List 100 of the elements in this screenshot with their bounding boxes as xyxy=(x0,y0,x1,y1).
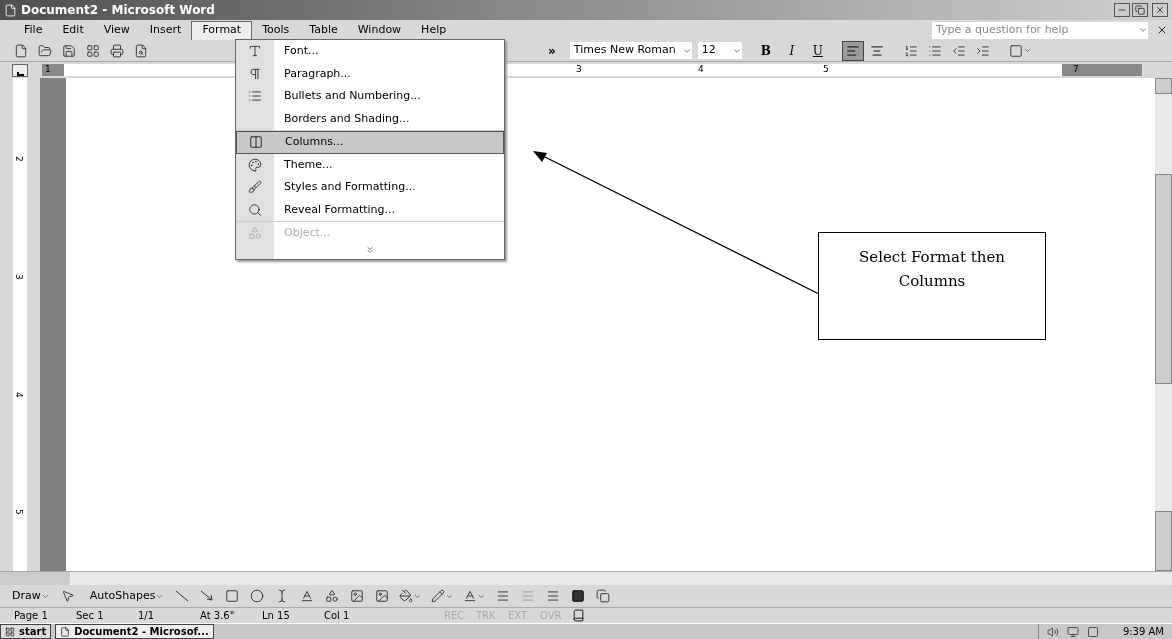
columns-icon xyxy=(249,135,263,150)
letter-icon xyxy=(248,44,262,59)
menu-item[interactable]: Help xyxy=(411,20,457,40)
pointer-icon xyxy=(60,589,75,603)
taskbar-button[interactable]: Document2 - Microsof... xyxy=(55,624,214,639)
ruler-number: 4 xyxy=(12,391,25,398)
ruler-number: 5 xyxy=(12,508,25,515)
ruler-number: 5 xyxy=(823,63,829,76)
diagram-icon xyxy=(325,589,340,603)
draw-menu[interactable]: Draw xyxy=(8,587,54,605)
align-left-icon xyxy=(845,43,860,58)
printer-icon xyxy=(110,43,124,58)
menu-option[interactable]: Reveal Formatting... xyxy=(236,198,504,221)
menu-item[interactable]: Edit xyxy=(52,20,94,40)
menu-item[interactable]: File xyxy=(14,20,53,40)
indent-icon xyxy=(975,43,990,58)
callout-box: Select Format then Columns xyxy=(818,232,1046,340)
palette-icon xyxy=(248,157,262,172)
save-icon xyxy=(62,43,76,58)
document-icon xyxy=(60,626,71,637)
font-color-icon xyxy=(463,589,478,603)
picture-icon xyxy=(375,589,390,603)
shapes-icon xyxy=(248,226,262,241)
ruler-number: 3 xyxy=(12,273,25,280)
paint-bucket-icon xyxy=(399,589,414,603)
ruler-number: 7 xyxy=(1073,63,1079,76)
format-button[interactable]: I xyxy=(779,40,804,61)
status-field: Sec 1 xyxy=(76,608,138,623)
minimize-button[interactable] xyxy=(1114,3,1130,17)
brush-icon xyxy=(248,180,262,195)
arrow-icon xyxy=(200,590,215,602)
ruler-number: 4 xyxy=(698,63,704,76)
status-field: At 3.6" xyxy=(200,608,262,623)
clock: 9:39 AM xyxy=(1122,625,1164,639)
close-button[interactable] xyxy=(1152,3,1168,17)
book-icon xyxy=(572,609,585,622)
menu-option[interactable]: Styles and Formatting... xyxy=(236,176,504,199)
menu-item[interactable]: View xyxy=(93,20,140,40)
toolbar-chevron[interactable]: » xyxy=(544,41,560,60)
shadow-icon xyxy=(571,589,586,603)
outdent-icon xyxy=(951,43,966,58)
expand-icon xyxy=(365,244,375,255)
restore-icon xyxy=(1135,5,1145,15)
status-field: Ln 15 xyxy=(262,608,324,623)
status-field: Col 1 xyxy=(324,608,444,623)
menu-option[interactable]: Theme... xyxy=(236,153,504,176)
menu-item[interactable]: Table xyxy=(299,20,348,40)
menu-item[interactable]: Tools xyxy=(252,20,300,40)
tray-icon xyxy=(1086,625,1099,638)
bullet-list-icon xyxy=(927,43,942,58)
menu-item[interactable]: Insert xyxy=(139,20,192,40)
magnifier-icon xyxy=(248,202,262,217)
align-button[interactable] xyxy=(841,40,864,61)
menu-option[interactable]: Paragraph... xyxy=(236,62,504,85)
ruler-number: 1 xyxy=(45,63,51,76)
format-button[interactable]: U xyxy=(805,40,830,61)
tab-selector[interactable] xyxy=(12,63,28,77)
speaker-icon xyxy=(1046,625,1059,638)
document-icon xyxy=(4,3,17,17)
status-field: 1/1 xyxy=(138,608,200,623)
grid-icon xyxy=(86,43,100,58)
bullets-icon xyxy=(248,89,262,104)
new-document-icon xyxy=(14,43,28,58)
autoshapes-menu[interactable]: AutoShapes xyxy=(85,587,169,605)
horizontal-scrollbar[interactable] xyxy=(0,571,1172,585)
restore-button[interactable] xyxy=(1132,3,1148,17)
font-size-field[interactable]: 12 xyxy=(697,42,742,59)
ruler-number: 2 xyxy=(12,155,25,162)
ruler-number: 3 xyxy=(576,63,582,76)
numbered-list-icon xyxy=(903,43,918,58)
border-icon xyxy=(1008,43,1023,58)
wordart-icon xyxy=(300,589,315,603)
menu-option[interactable]: Font... xyxy=(236,40,504,63)
line-icon xyxy=(175,590,190,602)
menu-option[interactable]: Bullets and Numbering... xyxy=(236,85,504,108)
font-field[interactable]: Times New Roman xyxy=(569,42,692,59)
dropdown-icon xyxy=(1138,25,1148,35)
line-style-icon xyxy=(496,589,511,603)
rectangle-icon xyxy=(225,589,240,603)
menu-item[interactable]: Format xyxy=(191,20,253,40)
pencil-icon xyxy=(431,589,446,603)
justify-icon xyxy=(869,43,884,58)
preview-icon xyxy=(134,43,148,58)
menu-option[interactable]: Borders and Shading... xyxy=(236,107,504,130)
format-button[interactable]: B xyxy=(753,40,778,61)
status-field: Page 1 xyxy=(14,608,76,623)
window-title: Document2 - Microsoft Word xyxy=(21,2,215,19)
close-icon xyxy=(1156,24,1168,36)
dropdown-icon xyxy=(1022,46,1032,55)
dash-style-icon xyxy=(521,589,536,603)
menu-item[interactable]: Window xyxy=(347,20,412,40)
oval-icon xyxy=(250,589,265,603)
folder-icon xyxy=(38,43,52,58)
clip-art-icon xyxy=(350,589,365,603)
paragraph-icon xyxy=(248,66,262,81)
start-button[interactable]: start xyxy=(0,624,52,639)
menu-option[interactable]: Columns... xyxy=(236,131,504,154)
close-icon xyxy=(1155,5,1165,15)
vertical-scrollbar[interactable] xyxy=(1155,78,1172,571)
help-field[interactable]: Type a question for help xyxy=(932,21,1148,39)
